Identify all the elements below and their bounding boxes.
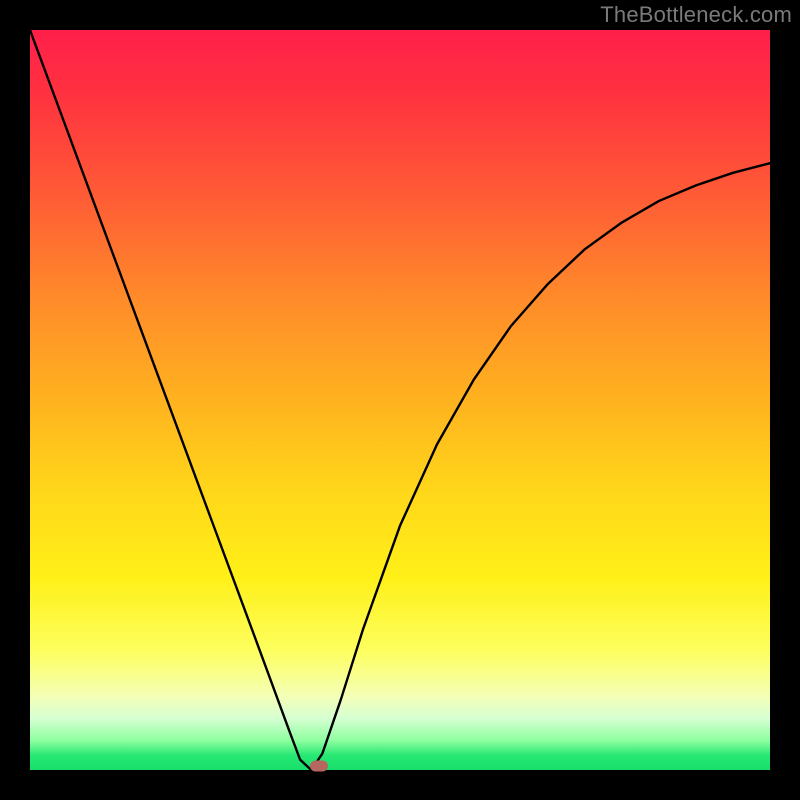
watermark-text: TheBottleneck.com (600, 2, 792, 28)
minimum-marker (310, 761, 328, 772)
plot-area (30, 30, 770, 770)
bottleneck-curve (30, 30, 770, 770)
chart-frame: TheBottleneck.com (0, 0, 800, 800)
curve-svg (30, 30, 770, 770)
